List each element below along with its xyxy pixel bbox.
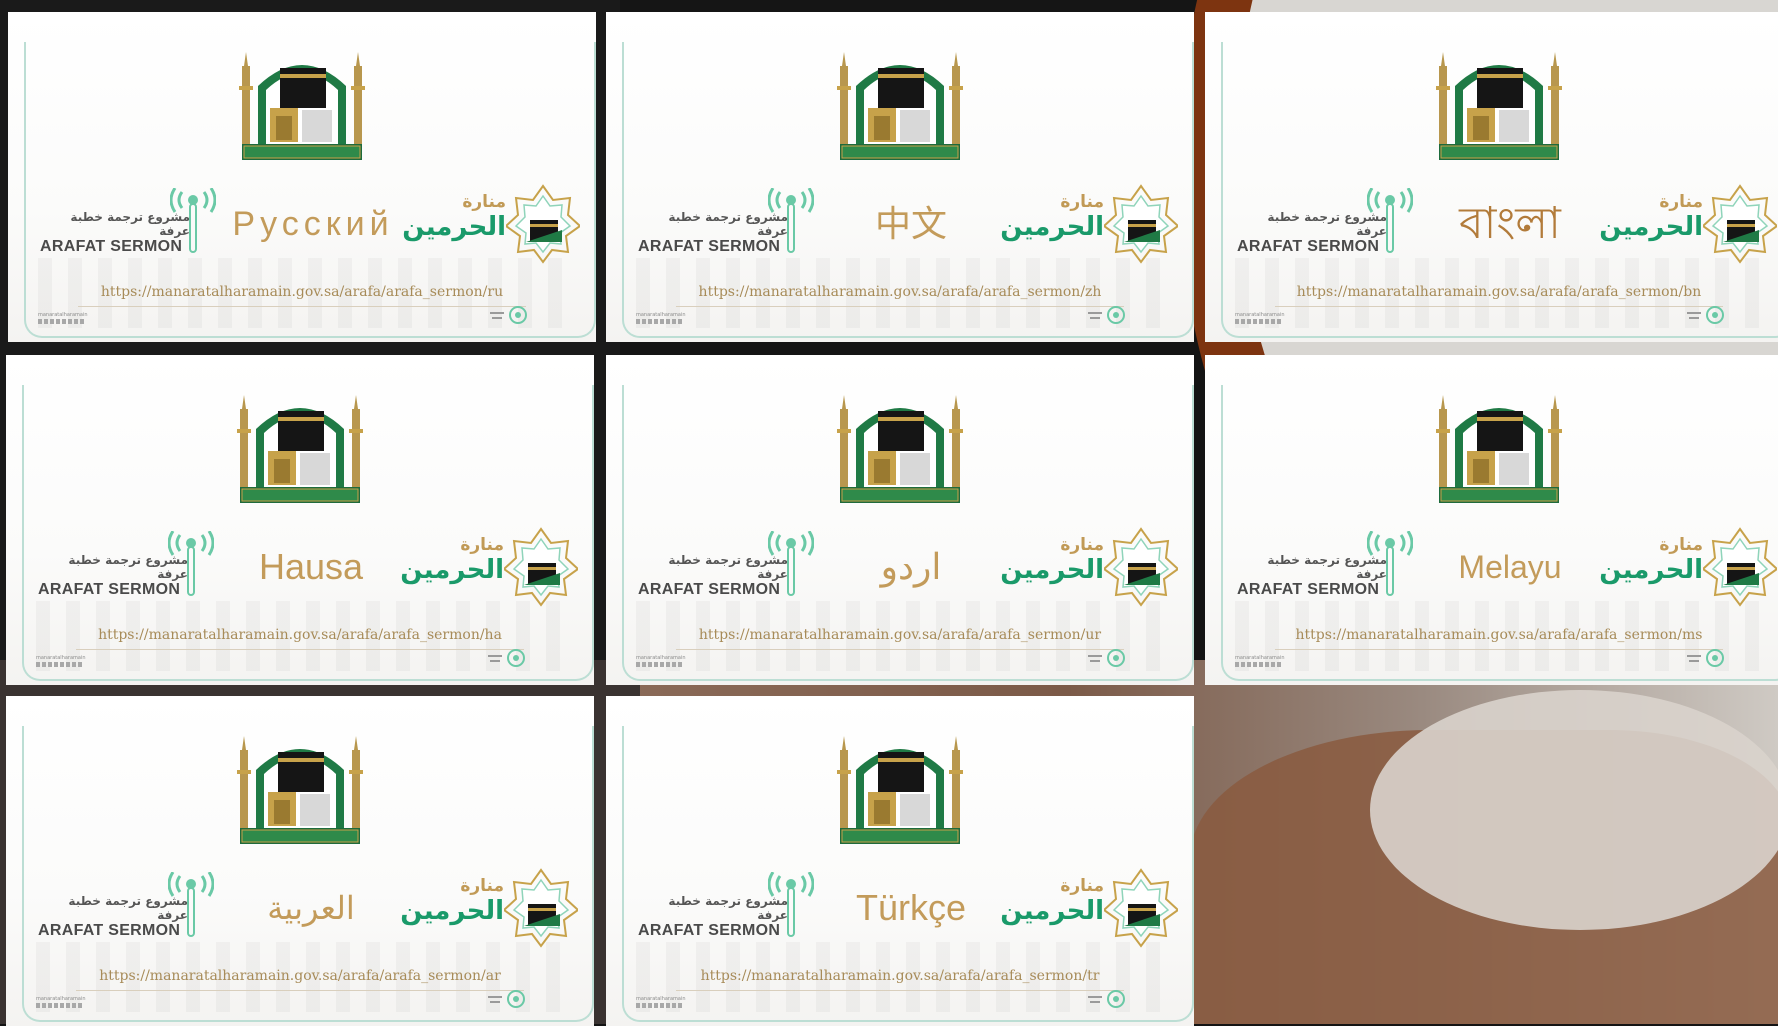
sermon-card-ur[interactable]: مشروع ترجمة خطبة عرفة ARAFAT SERMON اردو … (606, 355, 1194, 685)
broadcast-icon (1685, 647, 1725, 669)
brand-logo-text: منارة الحرمين (1000, 535, 1104, 585)
language-label: اردو (880, 546, 942, 587)
broadcast-icon (486, 647, 526, 669)
antenna-mic-icon (1366, 530, 1414, 597)
antenna-mic-icon (767, 871, 815, 938)
sermon-card-ar[interactable]: مشروع ترجمة خطبة عرفة ARAFAT SERMON العرب… (6, 696, 594, 1026)
brand-logo-text: منارة الحرمين (1000, 876, 1104, 926)
antenna-mic-icon (169, 187, 217, 254)
kaaba-emblem-icon (834, 389, 966, 507)
social-icons: manaratalharamain (38, 312, 88, 328)
language-label: বাংলা (1459, 199, 1561, 248)
kaaba-emblem-icon (1433, 46, 1565, 164)
kaaba-emblem-icon (834, 46, 966, 164)
antenna-mic-icon (1366, 187, 1414, 254)
octagram-kaaba-icon (502, 527, 580, 607)
broadcast-icon (1086, 988, 1126, 1010)
sermon-url-link[interactable]: https://manaratalharamain.gov.sa/arafa/a… (1245, 627, 1753, 643)
octagram-kaaba-icon (504, 184, 582, 264)
sermon-url-link[interactable]: https://manaratalharamain.gov.sa/arafa/a… (646, 968, 1154, 984)
project-label: مشروع ترجمة خطبة عرفة ARAFAT SERMON (638, 894, 788, 939)
sermon-card-ms[interactable]: مشروع ترجمة خطبة عرفة ARAFAT SERMON Melay… (1205, 355, 1778, 685)
kaaba-emblem-icon (236, 46, 368, 164)
brand-logo-text: منارة الحرمين (1599, 192, 1703, 242)
broadcast-icon (1685, 304, 1725, 326)
language-label: Русский (232, 205, 394, 243)
social-icons: manaratalharamain (636, 312, 686, 328)
language-label: Melayu (1458, 549, 1562, 585)
social-icons: manaratalharamain (36, 996, 86, 1012)
brand-logo-text: منارة الحرمين (400, 876, 504, 926)
kaaba-emblem-icon (1433, 389, 1565, 507)
social-icons: manaratalharamain (1235, 312, 1285, 328)
sermon-url-link[interactable]: https://manaratalharamain.gov.sa/arafa/a… (46, 968, 554, 984)
sermon-url-link[interactable]: https://manaratalharamain.gov.sa/arafa/a… (48, 284, 556, 300)
sermon-card-zh[interactable]: مشروع ترجمة خطبة عرفة ARAFAT SERMON 中文 من… (606, 12, 1194, 342)
sermon-card-ru[interactable]: مشروع ترجمة خطبة عرفة ARAFAT SERMON Русск… (8, 12, 596, 342)
sermon-card-bn[interactable]: مشروع ترجمة خطبة عرفة ARAFAT SERMON বাংলা… (1205, 12, 1778, 342)
sermon-url-link[interactable]: https://manaratalharamain.gov.sa/arafa/a… (646, 627, 1154, 643)
sermon-card-tr[interactable]: مشروع ترجمة خطبة عرفة ARAFAT SERMON Türkç… (606, 696, 1194, 1026)
octagram-kaaba-icon (1701, 527, 1778, 607)
sermon-url-link[interactable]: https://manaratalharamain.gov.sa/arafa/a… (1245, 284, 1753, 300)
language-label: العربية (267, 890, 355, 926)
project-label: مشروع ترجمة خطبة عرفة ARAFAT SERMON (38, 894, 188, 939)
social-icons: manaratalharamain (1235, 655, 1285, 671)
sermon-url-link[interactable]: https://manaratalharamain.gov.sa/arafa/a… (646, 284, 1154, 300)
language-label: 中文 (874, 203, 947, 244)
project-label: مشروع ترجمة خطبة عرفة ARAFAT SERMON (1237, 553, 1387, 598)
antenna-mic-icon (767, 187, 815, 254)
project-label: مشروع ترجمة خطبة عرفة ARAFAT SERMON (638, 210, 788, 255)
language-label: Hausa (258, 546, 364, 587)
social-icons: manaratalharamain (636, 996, 686, 1012)
broadcast-icon (1086, 304, 1126, 326)
octagram-kaaba-icon (1102, 868, 1180, 948)
broadcast-icon (488, 304, 528, 326)
brand-logo-text: منارة الحرمين (1599, 535, 1703, 585)
broadcast-icon (486, 988, 526, 1010)
octagram-kaaba-icon (1102, 527, 1180, 607)
antenna-mic-icon (167, 530, 215, 597)
kaaba-emblem-icon (834, 730, 966, 848)
antenna-mic-icon (767, 530, 815, 597)
project-label: مشروع ترجمة خطبة عرفة ARAFAT SERMON (38, 553, 188, 598)
octagram-kaaba-icon (1102, 184, 1180, 264)
octagram-kaaba-icon (1701, 184, 1778, 264)
language-label: Türkçe (855, 887, 967, 928)
antenna-mic-icon (167, 871, 215, 938)
brand-logo-text: منارة الحرمين (1000, 192, 1104, 242)
kaaba-emblem-icon (234, 389, 366, 507)
kaaba-emblem-icon (234, 730, 366, 848)
octagram-kaaba-icon (502, 868, 580, 948)
social-icons: manaratalharamain (36, 655, 86, 671)
brand-logo-text: منارة الحرمين (402, 192, 506, 242)
social-icons: manaratalharamain (636, 655, 686, 671)
project-label: مشروع ترجمة خطبة عرفة ARAFAT SERMON (638, 553, 788, 598)
project-label: مشروع ترجمة خطبة عرفة ARAFAT SERMON (40, 210, 190, 255)
sermon-card-ha[interactable]: مشروع ترجمة خطبة عرفة ARAFAT SERMON Hausa… (6, 355, 594, 685)
brand-logo-text: منارة الحرمين (400, 535, 504, 585)
project-label: مشروع ترجمة خطبة عرفة ARAFAT SERMON (1237, 210, 1387, 255)
broadcast-icon (1086, 647, 1126, 669)
sermon-url-link[interactable]: https://manaratalharamain.gov.sa/arafa/a… (46, 627, 554, 643)
